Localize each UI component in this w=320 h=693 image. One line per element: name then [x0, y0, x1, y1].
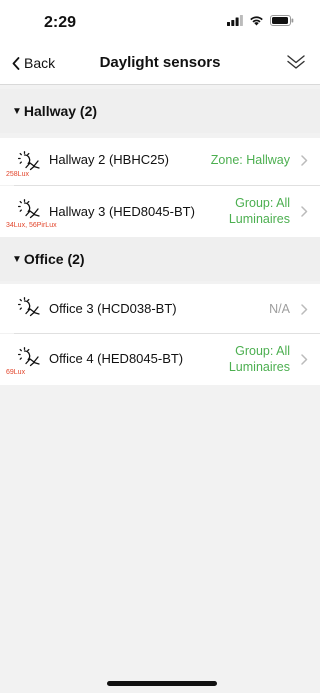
- assignment-label: Zone: Hallway: [210, 153, 290, 167]
- double-chevron-down-icon: [287, 55, 305, 69]
- status-icons: [227, 15, 294, 26]
- section-title: Office (2): [23, 251, 85, 267]
- triangle-down-icon: ▼: [12, 105, 22, 117]
- wifi-icon: [250, 16, 263, 26]
- sensor-row-hallway-3[interactable]: Hallway 3 (HED8045-BT) 34Lux, 56PirLux G…: [0, 186, 320, 237]
- sensor-row-hallway-2[interactable]: Hallway 2 (HBHC25) 258Lux Zone: Hallway: [0, 138, 320, 185]
- section-header-office[interactable]: ▼ Office (2): [0, 237, 320, 281]
- cellular-signal-icon: [227, 15, 243, 26]
- chevron-right-icon: [301, 155, 308, 166]
- assignment-label: Group: All Luminaires: [229, 195, 290, 227]
- assignment-line-1: Group: All: [235, 196, 290, 210]
- status-time: 2:29: [44, 14, 77, 31]
- battery-icon: [270, 15, 294, 26]
- sensor-name: Office 3 (HCD038-BT): [49, 301, 177, 316]
- daylight-sensor-icon: [18, 297, 40, 317]
- page-title: Daylight sensors: [99, 54, 221, 71]
- lux-reading: 258Lux: [6, 171, 29, 178]
- assignment-label: N/A: [269, 302, 290, 316]
- daylight-sensor-icon: [18, 199, 40, 219]
- chevron-right-icon: [301, 206, 308, 217]
- status-bar: 2:29: [0, 0, 320, 44]
- chevron-right-icon: [301, 304, 308, 315]
- triangle-down-icon: ▼: [12, 253, 22, 265]
- navigation-bar: Back Daylight sensors: [0, 44, 320, 85]
- assignment-line-1: Group: All: [235, 344, 290, 358]
- sensor-name: Hallway 2 (HBHC25): [49, 152, 169, 167]
- section-header-hallway[interactable]: ▼ Hallway (2): [0, 89, 320, 133]
- lux-reading: 34Lux, 56PirLux: [6, 222, 57, 229]
- daylight-sensor-icon: [18, 151, 40, 171]
- sensor-name: Office 4 (HED8045-BT): [49, 351, 184, 366]
- sensor-name: Hallway 3 (HED8045-BT): [49, 204, 195, 219]
- sensor-row-office-4[interactable]: Office 4 (HED8045-BT) 69Lux Group: All L…: [0, 334, 320, 385]
- assignment-line-2: Luminaires: [228, 360, 290, 374]
- section-title: Hallway (2): [23, 103, 98, 119]
- home-indicator[interactable]: [107, 681, 217, 686]
- lux-reading: 69Lux: [6, 369, 26, 376]
- collapse-all-button[interactable]: [286, 54, 306, 75]
- daylight-sensor-icon: [18, 347, 40, 367]
- assignment-line-2: Luminaires: [228, 212, 290, 226]
- chevron-right-icon: [301, 354, 308, 365]
- assignment-label: Group: All Luminaires: [229, 343, 290, 375]
- sensor-row-office-3[interactable]: Office 3 (HCD038-BT) N/A: [0, 284, 320, 333]
